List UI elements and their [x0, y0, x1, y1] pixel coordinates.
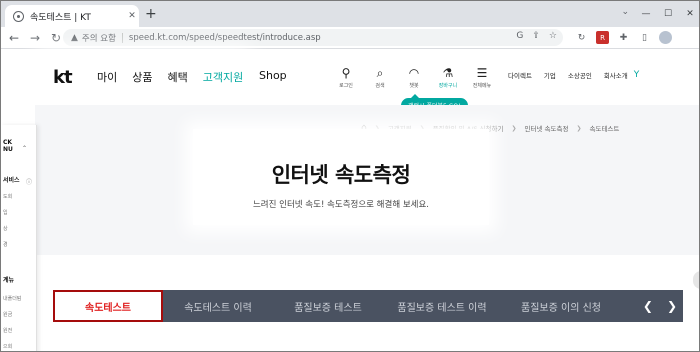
extension-refresh-icon[interactable]: ↻ [575, 31, 588, 44]
sub-tab-bar: 속도테스트 속도테스트 이력 품질보증 테스트 품질보증 테스트 이력 품질보증… [53, 290, 683, 322]
link-small-business[interactable]: 소상공인 [568, 70, 592, 80]
y-logo-icon[interactable]: Y [634, 70, 640, 80]
side-panel-icon[interactable]: ▯ [638, 31, 651, 44]
quick-menu-item[interactable]: 경 [3, 241, 8, 248]
page-title: 인터넷 속도측정 [271, 163, 411, 187]
util-label: 전체메뉴 [472, 83, 492, 89]
website: kt 마이 상품 혜택 고객지원 Shop ⚲ 로그인 ⌕ 검색 ◠ 챗봇 ⚗ … [1, 49, 699, 351]
tab-search-icon[interactable]: ⌄ [621, 7, 629, 17]
nav-item-benefits[interactable]: 혜택 [168, 69, 188, 85]
breadcrumb-item[interactable]: 인터넷 속도측정 [525, 123, 569, 133]
info-icon[interactable]: ⓘ [26, 177, 32, 186]
quick-menu-item[interactable]: 상 [3, 225, 8, 232]
breadcrumb-item[interactable]: 속도테스트 [589, 123, 619, 133]
quick-menu-item[interactable]: 원금 [3, 311, 12, 318]
util-label: 로그인 [339, 83, 353, 89]
util-label: 챗봇 [409, 83, 419, 89]
extension-red-icon[interactable]: R [596, 31, 609, 44]
tab-speed-test[interactable]: 속도테스트 [53, 290, 163, 322]
kt-logo[interactable]: kt [53, 67, 73, 88]
all-menu-button[interactable]: ☰ 전체메뉴 [465, 65, 499, 89]
tab-speed-test-history[interactable]: 속도테스트 이력 [163, 290, 273, 322]
person-icon: ⚲ [341, 66, 351, 80]
profile-avatar[interactable] [659, 31, 672, 44]
browser-window: 속도테스트 | KT ✕ + ⌄ — ☐ ✕ ← → ↻ ▲ 주의 요함 spe… [0, 0, 700, 352]
url-text[interactable]: speed.kt.com/speed/speedtest/introduce.a… [129, 33, 321, 43]
divider [121, 32, 123, 43]
link-enterprise[interactable]: 기업 [544, 70, 556, 80]
search-button[interactable]: ⌕ 검색 [363, 65, 397, 89]
close-window-button[interactable]: ✕ [679, 1, 699, 27]
cart-icon: ⚗ [442, 66, 454, 80]
login-button[interactable]: ⚲ 로그인 [329, 65, 363, 89]
util-label: 장바구니 [438, 83, 458, 89]
nav-item-products[interactable]: 상품 [132, 69, 152, 85]
minimize-button[interactable]: — [635, 1, 657, 27]
browser-tab[interactable]: 속도테스트 | KT ✕ [5, 5, 139, 27]
globe-icon [13, 10, 24, 22]
search-icon: ⌕ [376, 66, 384, 80]
reload-button[interactable]: ↻ [48, 30, 64, 46]
extensions-puzzle-icon[interactable]: ✚ [617, 31, 630, 44]
extension-icons: ↻ R ✚ ▯ [575, 31, 672, 44]
tab-strip: 속도테스트 | KT ✕ + ⌄ — ☐ ✕ [1, 1, 699, 27]
utility-menu: ⚲ 로그인 ⌕ 검색 ◠ 챗봇 ⚗ 장바구니 ☰ 전체메뉴 [329, 65, 499, 89]
back-button[interactable]: ← [6, 30, 22, 46]
quick-menu-title: NU [3, 146, 13, 153]
util-label: 검색 [375, 83, 385, 89]
tab-quality-test-history[interactable]: 품질보증 테스트 이력 [383, 290, 501, 322]
tab-quality-appeal[interactable]: 품질보증 이의 신청 [501, 290, 621, 322]
browser-toolbar: ← → ↻ ▲ 주의 요함 speed.kt.com/speed/speedte… [1, 27, 699, 49]
warning-icon[interactable]: ▲ [71, 33, 78, 43]
right-edge-button[interactable] [693, 271, 699, 289]
headset-icon: ◠ [408, 66, 420, 80]
bookmark-star-icon[interactable]: ☆ [549, 31, 557, 41]
tab-quality-test[interactable]: 품질보증 테스트 [273, 290, 383, 322]
section-label: 서비스 [3, 177, 20, 184]
quick-menu-item[interactable]: 으회 [3, 343, 12, 350]
address-bar[interactable]: ▲ 주의 요함 speed.kt.com/speed/speedtest/int… [63, 29, 563, 46]
chevron-right-icon: ❯ [576, 124, 582, 132]
cart-button[interactable]: ⚗ 장바구니 [431, 65, 465, 89]
google-lens-icon[interactable]: G [516, 31, 523, 41]
page-description: 느려진 인터넷 속도! 속도측정으로 해결해 보세요. [252, 200, 430, 210]
quick-menu-title: CK [3, 139, 13, 146]
link-about[interactable]: 회사소개 [604, 70, 628, 80]
menu-icon: ☰ [476, 66, 488, 80]
quick-menu-item[interactable]: 도회 [3, 193, 12, 200]
chevron-up-icon[interactable]: ⌃ [22, 145, 27, 152]
chevron-left-icon[interactable]: ❮ [643, 299, 653, 313]
top-links: 다이렉트 기업 소상공인 회사소개 Y [508, 70, 639, 80]
share-icon[interactable]: ⇪ [532, 31, 540, 41]
chevron-right-icon: ❯ [511, 124, 517, 132]
main-nav: 마이 상품 혜택 고객지원 [97, 69, 243, 85]
chatbot-button[interactable]: ◠ 챗봇 [397, 65, 431, 89]
window-controls: — ☐ ✕ [635, 1, 699, 27]
section-label: 계뉴 [3, 277, 15, 284]
tab-title: 속도테스트 | KT [30, 12, 91, 23]
nav-item-shop[interactable]: Shop [259, 69, 287, 82]
quick-menu-item[interactable]: 입 [3, 209, 8, 216]
link-direct[interactable]: 다이렉트 [508, 70, 532, 80]
forward-button[interactable]: → [27, 30, 43, 46]
close-tab-icon[interactable]: ✕ [125, 11, 139, 21]
quick-menu-item[interactable]: 내플더텀 [3, 295, 21, 302]
new-tab-button[interactable]: + [145, 6, 157, 22]
chevron-right-icon[interactable]: ❯ [667, 299, 677, 313]
maximize-button[interactable]: ☐ [657, 1, 679, 27]
nav-item-support[interactable]: 고객지원 [203, 69, 243, 85]
quick-menu-item[interactable]: 원전 [3, 327, 12, 334]
quick-menu-panel: CK NU ⌃ 서비스 ⓘ 도회 입 상 경 계뉴 내플더텀 원금 원전 으회 … [1, 125, 37, 351]
security-label[interactable]: 주의 요함 [82, 32, 116, 44]
nav-item-my[interactable]: 마이 [97, 69, 117, 85]
